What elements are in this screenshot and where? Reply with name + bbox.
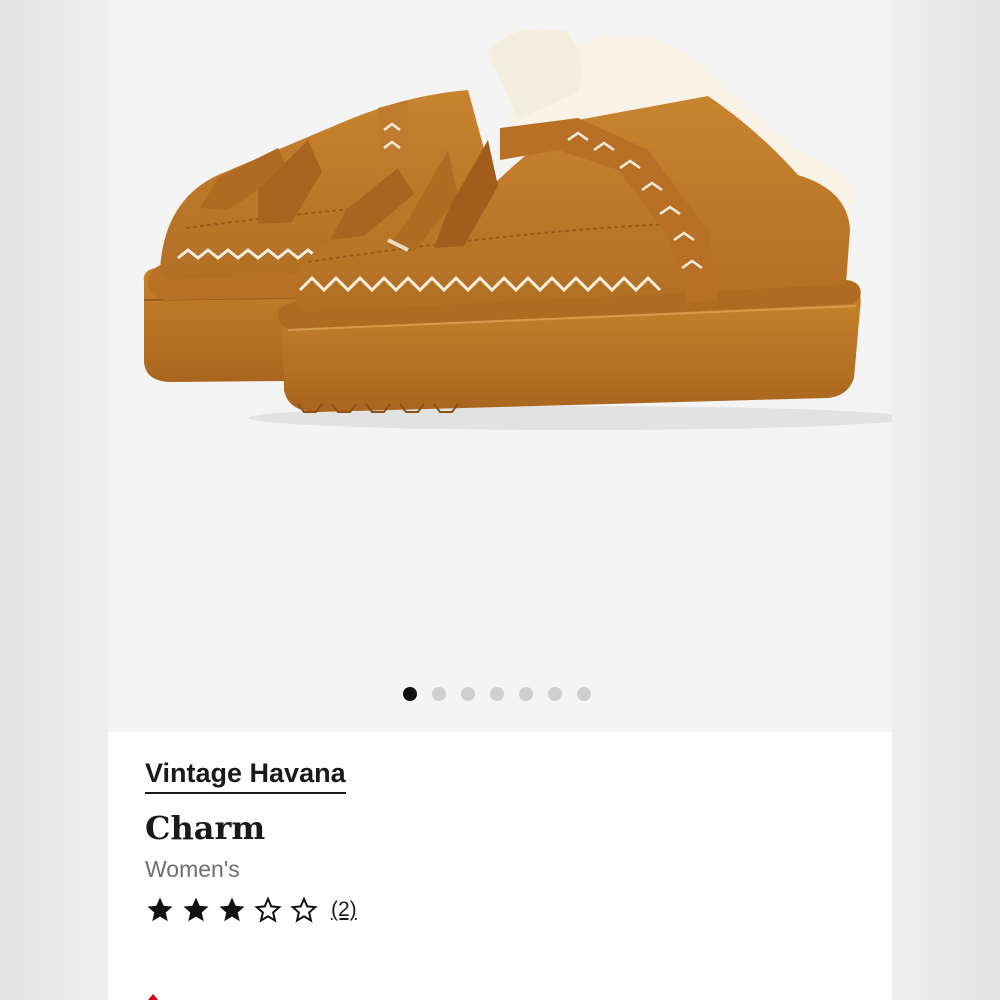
review-count-link[interactable]: (2) [331, 898, 357, 922]
gallery-dot[interactable] [577, 687, 591, 701]
image-gallery[interactable]: ~~~~~~~ [108, 0, 892, 732]
gallery-dot[interactable] [548, 687, 562, 701]
star-filled-icon [183, 897, 209, 922]
product-name: Charm [145, 809, 266, 847]
product-info: Vintage Havana Charm Women's (2) [145, 756, 872, 928]
gallery-dot[interactable] [461, 687, 475, 701]
star-filled-icon [147, 897, 173, 922]
left-backdrop [0, 0, 108, 1000]
gallery-dot[interactable] [519, 687, 533, 701]
svg-text:~~~~~~~: ~~~~~~~ [772, 261, 805, 270]
star-filled-icon [219, 897, 245, 922]
star-empty-icon [254, 896, 282, 923]
gallery-dot[interactable] [490, 687, 504, 701]
gallery-dot[interactable] [432, 687, 446, 701]
star-empty-icon [290, 896, 318, 923]
product-page: ~~~~~~~ Vintage Havana Charm Women's (2) [108, 0, 892, 1000]
sale-tag-icon [148, 994, 158, 1000]
product-gender: Women's [145, 856, 240, 882]
right-backdrop [892, 0, 1000, 1000]
product-image: ~~~~~~~ [143, 28, 892, 430]
rating-row[interactable]: (2) [145, 892, 872, 928]
gallery-dot[interactable] [403, 687, 417, 701]
gallery-pagination [108, 687, 892, 703]
brand-link[interactable]: Vintage Havana [145, 756, 346, 794]
right-slipper: ~~~~~~~ [277, 28, 861, 413]
